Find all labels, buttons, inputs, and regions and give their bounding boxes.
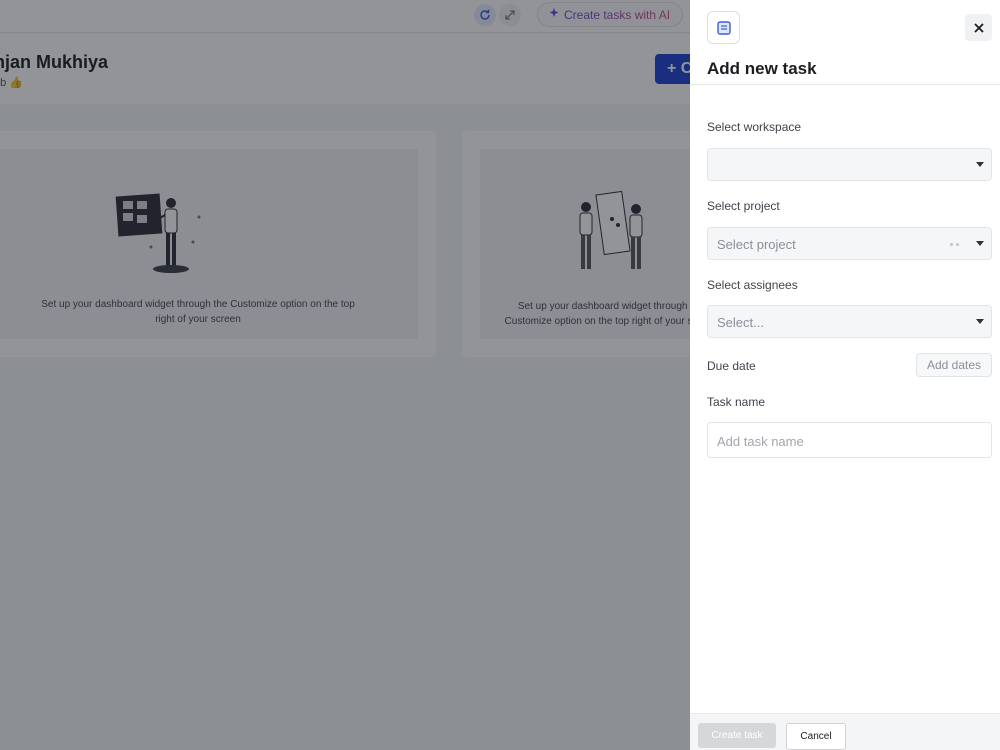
modal-backdrop[interactable] <box>0 0 690 750</box>
chevron-down-icon <box>976 319 984 324</box>
chevron-down-icon <box>976 162 984 167</box>
create-task-button[interactable]: Create task <box>698 723 776 748</box>
drawer-title: Add new task <box>707 59 817 78</box>
assignees-placeholder: Select... <box>717 315 764 330</box>
chevron-down-icon <box>976 241 984 246</box>
project-label: Select project <box>707 199 780 213</box>
assignees-select[interactable]: Select... <box>707 305 992 338</box>
add-task-drawer: Add new task Select workspace Select pro… <box>690 0 1000 750</box>
task-name-input[interactable]: Add task name <box>707 422 992 458</box>
drawer-footer: Create task Cancel <box>690 713 1000 750</box>
drawer-header: Add new task <box>690 0 1000 85</box>
workspace-select[interactable] <box>707 148 992 181</box>
cancel-button[interactable]: Cancel <box>786 723 846 750</box>
project-placeholder: Select project <box>717 237 796 252</box>
add-dates-button[interactable]: Add dates <box>916 353 992 377</box>
task-name-placeholder: Add task name <box>717 434 804 449</box>
assignees-label: Select assignees <box>707 278 798 292</box>
workspace-label: Select workspace <box>707 120 802 134</box>
close-icon[interactable] <box>965 14 992 41</box>
due-date-label: Due date <box>707 359 756 373</box>
task-icon <box>707 11 740 44</box>
loading-dots-icon <box>950 243 959 246</box>
task-name-label: Task name <box>707 395 766 409</box>
project-select[interactable]: Select project <box>707 227 992 260</box>
